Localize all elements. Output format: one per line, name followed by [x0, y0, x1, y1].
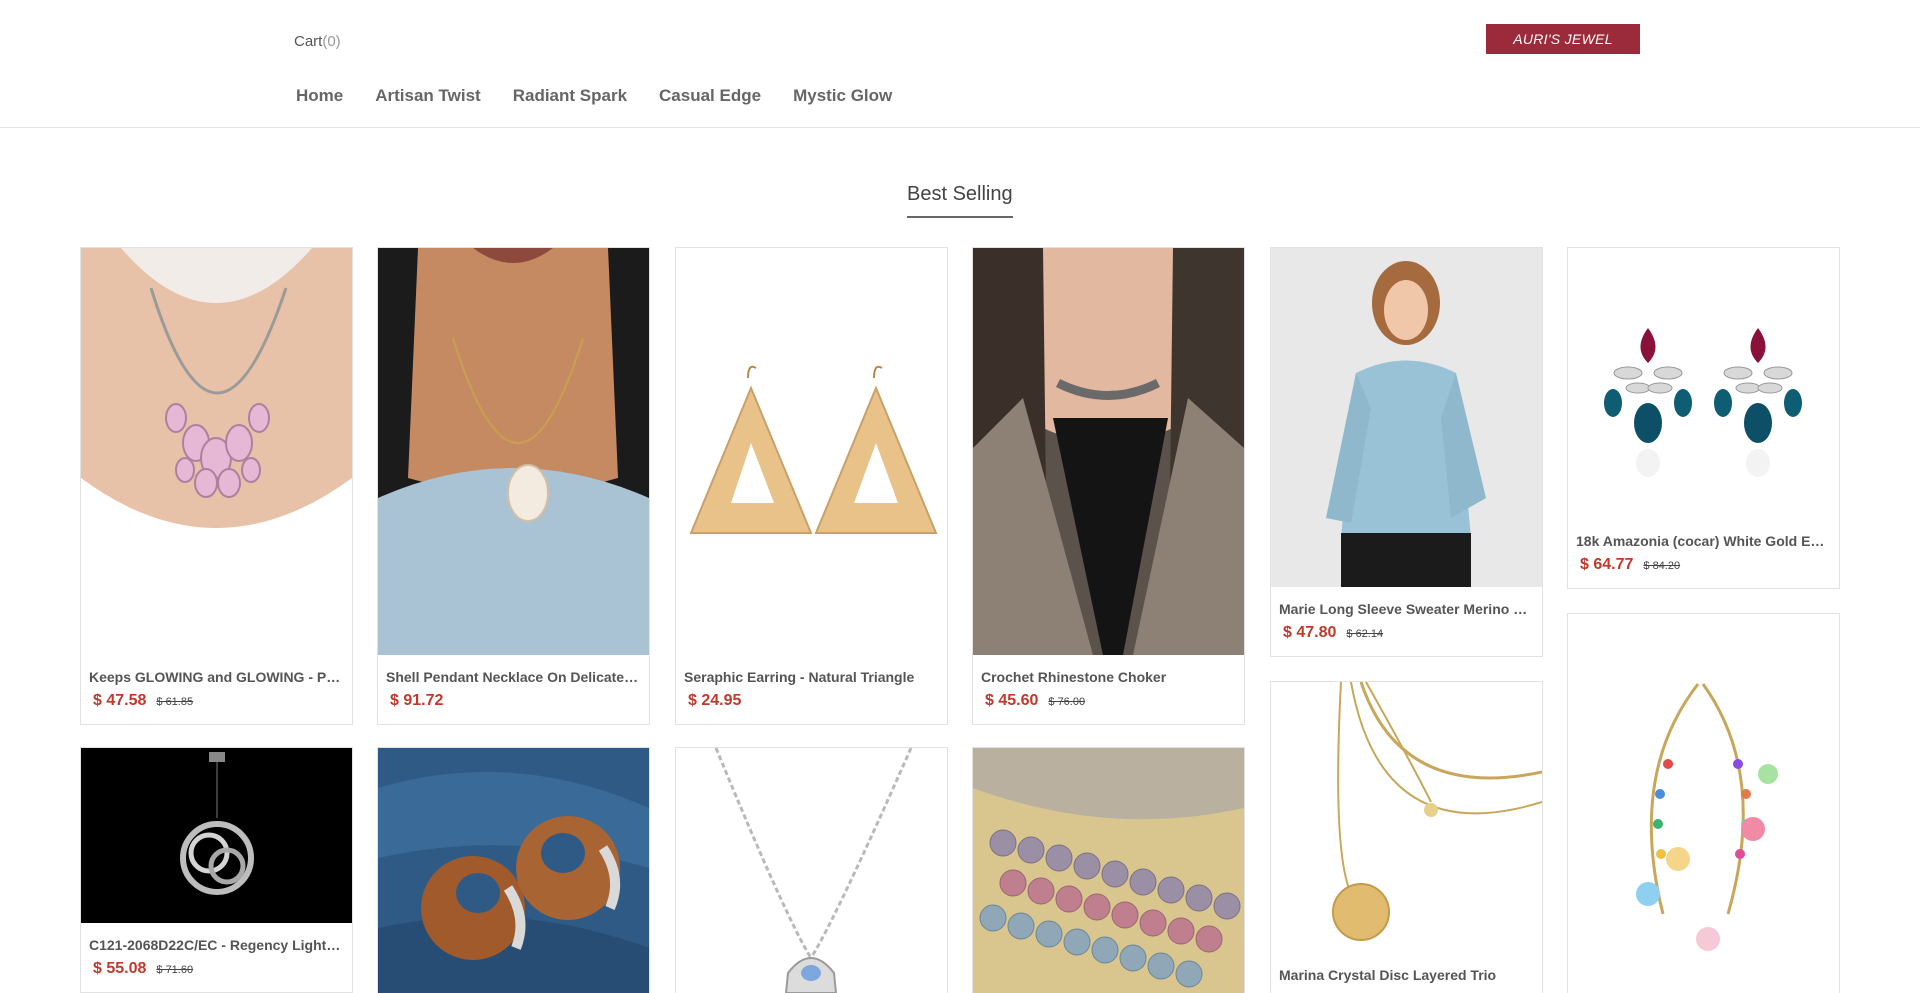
nav-artisan-twist[interactable]: Artisan Twist — [375, 86, 480, 106]
product-image[interactable] — [676, 248, 947, 655]
product-image[interactable] — [973, 248, 1244, 655]
product-price: $ 47.80 — [1283, 624, 1337, 641]
product-name[interactable]: Shell Pendant Necklace On Delicate Chain — [386, 669, 641, 685]
product-name[interactable]: 18k Amazonia (cocar) White Gold Earrings — [1576, 533, 1831, 549]
product-image[interactable] — [81, 748, 352, 923]
product-price: $ 91.72 — [390, 692, 444, 709]
product-name[interactable]: Marina Crystal Disc Layered Trio — [1279, 967, 1534, 983]
product-card[interactable] — [1567, 613, 1840, 993]
product-info: 18k Amazonia (cocar) White Gold Earrings… — [1568, 519, 1839, 588]
site-header: Cart(0) AURI'S JEWEL Home Artisan Twist … — [0, 0, 1920, 128]
product-name[interactable]: Keeps GLOWING and GLOWING - Pink — [89, 669, 344, 685]
product-card[interactable] — [675, 747, 948, 993]
product-card[interactable]: Marina Crystal Disc Layered Trio — [1270, 681, 1543, 993]
product-image[interactable] — [1271, 682, 1542, 953]
nav-radiant-spark[interactable]: Radiant Spark — [513, 86, 627, 106]
product-card[interactable]: 18k Amazonia (cocar) White Gold Earrings… — [1567, 247, 1840, 589]
cart-label: Cart — [294, 33, 323, 50]
nav-mystic-glow[interactable]: Mystic Glow — [793, 86, 892, 106]
product-old-price: $ 61.85 — [156, 696, 194, 708]
product-price: $ 45.60 — [985, 692, 1039, 709]
product-name[interactable]: Seraphic Earring - Natural Triangle — [684, 669, 939, 685]
product-card[interactable]: Marie Long Sleeve Sweater Merino Wool $ … — [1270, 247, 1543, 657]
product-info: C121-2068D22C/EC - Regency Lighting $ 55… — [81, 923, 352, 992]
product-name[interactable]: Crochet Rhinestone Choker — [981, 669, 1236, 685]
product-image[interactable] — [378, 748, 649, 993]
product-info: Shell Pendant Necklace On Delicate Chain… — [378, 655, 649, 724]
product-price: $ 47.58 — [93, 692, 147, 709]
product-image[interactable] — [81, 248, 352, 655]
product-card[interactable]: Seraphic Earring - Natural Triangle $ 24… — [675, 247, 948, 725]
product-card[interactable]: Crochet Rhinestone Choker $ 45.60 $ 76.00 — [972, 247, 1245, 725]
nav-casual-edge[interactable]: Casual Edge — [659, 86, 761, 106]
product-old-price: $ 62.14 — [1346, 628, 1384, 640]
cart-count: (0) — [322, 33, 341, 50]
cart-link[interactable]: Cart(0) — [294, 33, 341, 50]
nav-home[interactable]: Home — [296, 86, 343, 106]
product-info: Crochet Rhinestone Choker $ 45.60 $ 76.00 — [973, 655, 1244, 724]
product-info: Keeps GLOWING and GLOWING - Pink $ 47.58… — [81, 655, 352, 724]
main-nav: Home Artisan Twist Radiant Spark Casual … — [296, 86, 924, 106]
product-image[interactable] — [973, 748, 1244, 993]
product-info: Marina Crystal Disc Layered Trio — [1271, 953, 1542, 993]
product-card[interactable]: C121-2068D22C/EC - Regency Lighting $ 55… — [80, 747, 353, 993]
product-name[interactable]: Marie Long Sleeve Sweater Merino Wool — [1279, 601, 1534, 617]
product-info: Marie Long Sleeve Sweater Merino Wool $ … — [1271, 587, 1542, 656]
product-info: Seraphic Earring - Natural Triangle $ 24… — [676, 655, 947, 724]
product-image[interactable] — [378, 248, 649, 655]
product-price: $ 24.95 — [688, 692, 742, 709]
product-card[interactable]: Shell Pendant Necklace On Delicate Chain… — [377, 247, 650, 725]
product-old-price: $ 84.20 — [1643, 560, 1681, 572]
product-image[interactable] — [676, 748, 947, 993]
product-price: $ 64.77 — [1580, 556, 1634, 573]
brand-logo[interactable]: AURI'S JEWEL — [1486, 24, 1640, 54]
product-old-price: $ 76.00 — [1048, 696, 1086, 708]
brand-logo-text: AURI'S JEWEL — [1513, 31, 1613, 47]
product-card[interactable] — [972, 747, 1245, 993]
product-image[interactable] — [1568, 614, 1839, 993]
product-image[interactable] — [1568, 248, 1839, 519]
product-old-price: $ 71.60 — [156, 964, 194, 976]
product-card[interactable]: Keeps GLOWING and GLOWING - Pink $ 47.58… — [80, 247, 353, 725]
product-name[interactable]: C121-2068D22C/EC - Regency Lighting — [89, 937, 344, 953]
product-price: $ 55.08 — [93, 960, 147, 977]
product-card[interactable] — [377, 747, 650, 993]
product-image[interactable] — [1271, 248, 1542, 587]
section-title: Best Selling — [907, 183, 1013, 218]
